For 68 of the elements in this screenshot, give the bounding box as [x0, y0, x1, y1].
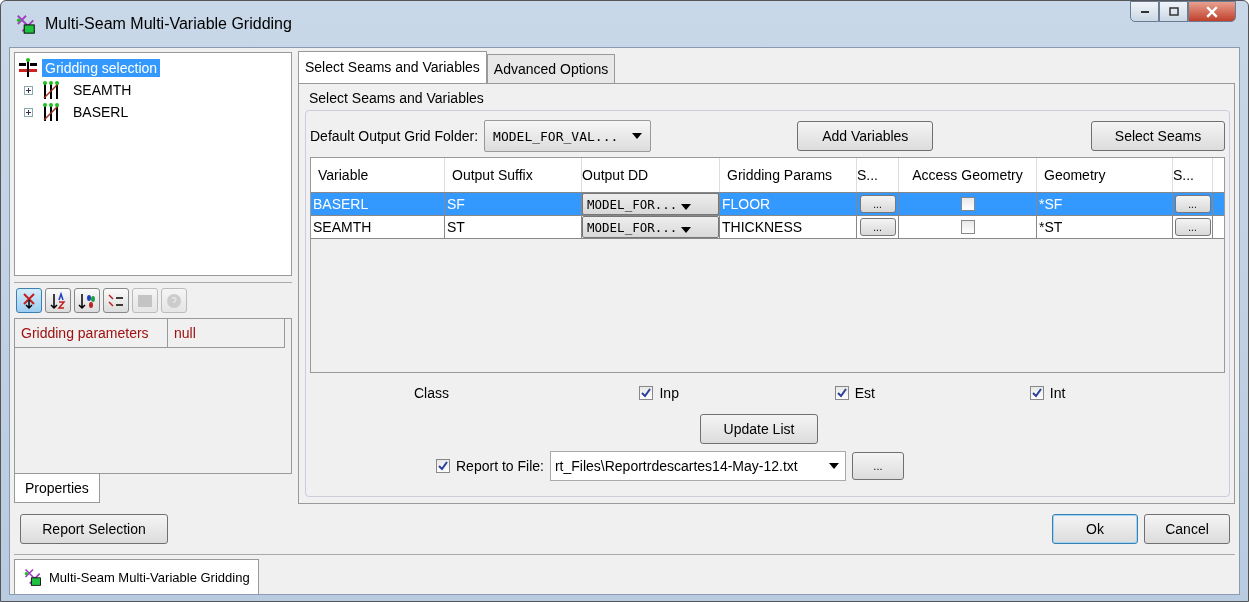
close-button[interactable]: [1188, 1, 1236, 22]
browse-button[interactable]: ...: [1174, 195, 1211, 213]
table-row[interactable]: BASERL SF MODEL_FOR... FLOOR ... *SF ...: [311, 192, 1224, 215]
checkbox[interactable]: [960, 220, 975, 234]
ok-button[interactable]: Ok: [1052, 514, 1138, 544]
window-title: Multi-Seam Multi-Variable Gridding: [45, 15, 292, 33]
browse-button[interactable]: ...: [859, 218, 896, 236]
folder-label: Default Output Grid Folder:: [310, 128, 479, 144]
table-cell: THICKNESS: [720, 216, 857, 238]
folder-dropdown[interactable]: MODEL_FOR_VAL...: [484, 120, 652, 152]
close-icon: [1206, 5, 1218, 18]
checkbox-label: Inp: [659, 385, 679, 401]
app-icon: [15, 13, 37, 35]
minimize-icon: [1140, 10, 1149, 13]
window-tab-label: Multi-Seam Multi-Variable Gridding: [49, 569, 250, 585]
window-tab[interactable]: Multi-Seam Multi-Variable Gridding: [14, 559, 259, 594]
toolbar-button[interactable]: [103, 288, 129, 313]
maximize-button[interactable]: [1159, 1, 1188, 22]
tree-item[interactable]: BASERL: [65, 103, 132, 121]
expand-icon[interactable]: [24, 85, 33, 95]
output-dd-dropdown[interactable]: MODEL_FOR...: [582, 193, 719, 215]
select-seams-button[interactable]: Select Seams: [1091, 121, 1225, 151]
report-file-dropdown[interactable]: rt_Files\Reportrdescartes14-May-12.txt: [549, 451, 846, 481]
checkbox[interactable]: [436, 459, 450, 473]
browse-button[interactable]: ...: [859, 195, 896, 213]
tab[interactable]: Select Seams and Variables: [298, 51, 487, 83]
caret-icon: [632, 133, 643, 139]
expand-icon[interactable]: [24, 107, 33, 117]
tab[interactable]: Advanced Options: [486, 54, 616, 83]
output-dd-dropdown[interactable]: MODEL_FOR...: [582, 216, 719, 238]
checkbox[interactable]: [960, 197, 975, 211]
app-icon: [23, 567, 43, 587]
browse-button[interactable]: ...: [851, 452, 904, 480]
table-row[interactable]: SEAMTH ST MODEL_FOR... THICKNESS ... *ST ...: [311, 215, 1224, 239]
checkbox[interactable]: [834, 386, 849, 400]
update-list-button[interactable]: Update List: [700, 414, 818, 444]
properties-tab[interactable]: Properties: [14, 474, 100, 503]
cancel-button[interactable]: Cancel: [1144, 514, 1230, 544]
checkbox[interactable]: [639, 386, 654, 400]
toolbar-button[interactable]: [16, 288, 42, 313]
table-cell: SEAMTH: [311, 216, 445, 238]
sort-az-icon: [49, 291, 67, 310]
toolbar-button[interactable]: [45, 288, 71, 313]
add-variables-button[interactable]: Add Variables: [797, 121, 934, 151]
checkbox-label: Int: [1049, 385, 1066, 401]
checkbox[interactable]: [1029, 386, 1044, 400]
filter-icon: [78, 291, 96, 310]
toolbar-button[interactable]: [74, 288, 100, 313]
checkbox-label: Report to File:: [456, 458, 544, 474]
categorize-icon: [20, 291, 38, 310]
class-label: Class: [414, 385, 450, 401]
browse-button[interactable]: ...: [1174, 218, 1211, 236]
minimize-button[interactable]: [1130, 1, 1159, 22]
maximize-icon: [1168, 6, 1179, 17]
tree-item[interactable]: SEAMTH: [65, 81, 135, 99]
tree-root-icon: [18, 58, 38, 78]
property-value[interactable]: null: [168, 319, 285, 348]
caret-icon: [828, 463, 839, 469]
report-selection-button[interactable]: Report Selection: [20, 514, 168, 544]
seam-icon: [41, 102, 61, 122]
group-title: Select Seams and Variables: [308, 89, 485, 108]
seam-icon: [41, 80, 61, 100]
checkbox-label: Est: [854, 385, 875, 401]
caret-icon: [681, 227, 692, 233]
help-icon: [165, 291, 183, 310]
table-cell: *ST: [1037, 216, 1173, 238]
property-name: Gridding parameters: [15, 319, 168, 348]
caret-icon: [681, 204, 692, 210]
